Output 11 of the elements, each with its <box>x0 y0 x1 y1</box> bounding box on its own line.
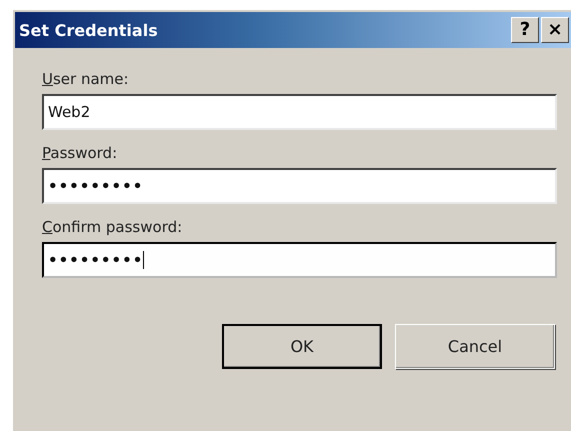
input-field[interactable]: Web2 <box>42 94 557 130</box>
ok-button[interactable]: OK <box>222 324 382 369</box>
input-field[interactable]: ••••••••• <box>42 168 557 204</box>
close-button[interactable]: × <box>541 17 569 43</box>
cancel-button[interactable]: Cancel <box>395 324 555 369</box>
field-label: Password: <box>42 144 118 162</box>
field-label: Confirm password: <box>42 218 184 236</box>
field-label: User name: <box>42 70 130 88</box>
help-button[interactable]: ? <box>511 17 539 43</box>
input-field[interactable]: ••••••••• <box>42 242 557 278</box>
window-title: Set Credentials <box>19 20 158 40</box>
